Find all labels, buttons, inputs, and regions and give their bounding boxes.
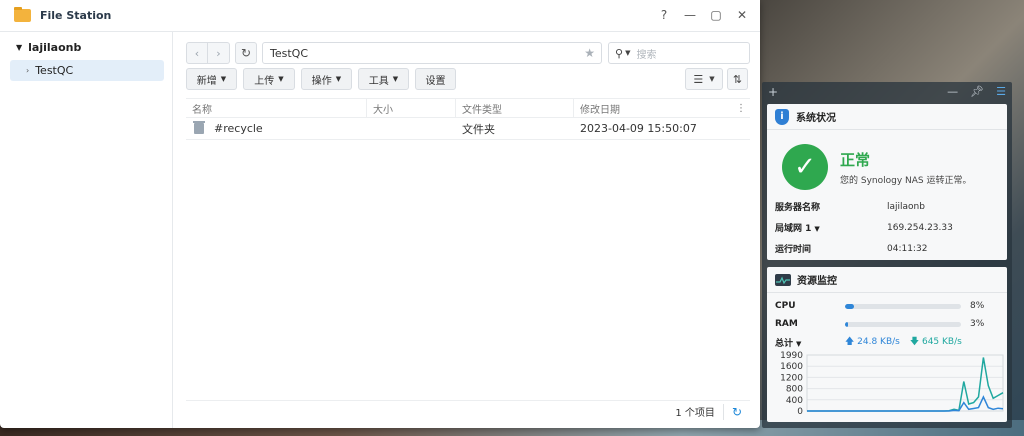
caret-down-icon[interactable]: ▼ xyxy=(16,43,22,52)
divider xyxy=(722,403,724,420)
system-health-title: 系统状况 xyxy=(796,113,836,124)
arrow-up-icon: 🡅 xyxy=(845,337,855,347)
item-count: 1 个项目 xyxy=(675,408,715,419)
resource-monitor-title: 资源监控 xyxy=(797,276,837,287)
resource-monitor-card: 资源监控 CPU 8% RAM 3% 总计 ▼ 🡅 24.8 KB/s 🡇 645… xyxy=(767,267,1007,422)
sort-button[interactable]: ⇅ xyxy=(727,68,748,90)
ram-bar xyxy=(845,321,961,327)
minimize-icon[interactable]: — xyxy=(684,8,696,22)
table-header: 名称 大小 文件类型 修改日期 ⋮ xyxy=(186,98,750,118)
help-icon[interactable]: ? xyxy=(658,8,670,22)
refresh-icon[interactable]: ↻ xyxy=(732,405,742,419)
system-health-header: i 系统状况 xyxy=(767,104,1007,130)
cell-name: #recycle xyxy=(186,121,367,135)
upload-button[interactable]: 上传 ▼ xyxy=(243,68,295,90)
action-toolbar: 新增 ▼ 上传 ▼ 操作 ▼ 工具 ▼ 设置 ☰ ▼ ⇅ xyxy=(186,68,750,90)
trash-icon xyxy=(193,121,205,134)
download-rate: 🡇 645 KB/s xyxy=(909,337,962,347)
chevron-down-icon[interactable]: ▼ xyxy=(625,49,630,57)
column-menu-icon[interactable]: ⋮ xyxy=(736,103,746,114)
search-input[interactable]: ⚲ ▼ 搜索 xyxy=(608,42,750,64)
view-controls: ☰ ▼ ⇅ xyxy=(685,68,748,90)
tree-root-item[interactable]: ▼ lajilaonb xyxy=(0,36,172,58)
navigation-bar: ‹ › ↻ TestQC ★ ⚲ ▼ 搜索 xyxy=(186,42,750,64)
health-status-text: 正常 xyxy=(840,150,871,169)
window-title: File Station xyxy=(40,9,112,22)
settings-button[interactable]: 设置 xyxy=(415,68,456,90)
network-chart-svg: 199016001200 8004000 xyxy=(780,351,1004,417)
list-view-button[interactable]: ☰ ▼ xyxy=(685,68,723,90)
add-widget-icon[interactable]: + xyxy=(768,85,778,99)
tree-root-label: lajilaonb xyxy=(28,40,82,54)
y-tick-label: 800 xyxy=(786,385,803,395)
file-station-window: File Station ? — ▢ ✕ ▼ lajilaonb › TestQ… xyxy=(0,0,760,428)
folder-tree-sidebar: ▼ lajilaonb › TestQC xyxy=(0,32,173,428)
health-status: ✓ 正常 您的 Synology NAS 运转正常。 xyxy=(767,130,1007,194)
check-icon: ✓ xyxy=(782,144,828,190)
chevron-down-icon[interactable]: ▼ xyxy=(814,225,819,233)
server-name-row: 服务器名称 lajilaonb xyxy=(775,201,925,214)
pin-icon[interactable]: 📌︎ xyxy=(970,85,984,98)
y-tick-label: 1990 xyxy=(780,351,803,361)
network-chart: 1990 1600 1200 800 400 0 xyxy=(775,351,1007,417)
arrow-down-icon: 🡇 xyxy=(909,337,920,347)
resource-monitor-header: 资源监控 xyxy=(767,267,1007,293)
cpu-bar xyxy=(845,303,961,309)
status-bar: 1 个项目 ↻ xyxy=(186,400,750,422)
cpu-row: CPU 8% xyxy=(775,301,985,311)
forward-button[interactable]: › xyxy=(208,42,230,64)
series-line-1 xyxy=(807,395,1004,412)
y-tick-label: 400 xyxy=(786,396,803,406)
minimize-icon[interactable]: — xyxy=(947,85,958,98)
tree-item-testqc[interactable]: › TestQC xyxy=(10,60,164,81)
shield-info-icon: i xyxy=(775,108,789,125)
series-line-0 xyxy=(807,357,1004,412)
tree-item-label: TestQC xyxy=(35,64,74,77)
window-titlebar[interactable]: File Station ? — ▢ ✕ xyxy=(0,0,760,32)
maximize-icon[interactable]: ▢ xyxy=(710,8,722,22)
close-icon[interactable]: ✕ xyxy=(736,8,748,22)
cell-modified: 2023-04-09 15:50:07 xyxy=(580,122,697,135)
file-station-icon xyxy=(14,7,31,22)
search-icon: ⚲ xyxy=(615,46,624,60)
refresh-button[interactable]: ↻ xyxy=(235,42,257,64)
back-button[interactable]: ‹ xyxy=(186,42,208,64)
path-field[interactable]: TestQC ★ xyxy=(262,42,602,64)
y-tick-label: 1200 xyxy=(780,373,803,383)
window-controls: ? — ▢ ✕ xyxy=(658,8,748,22)
column-size[interactable]: 大小 xyxy=(367,98,456,118)
column-type[interactable]: 文件类型 xyxy=(456,98,574,118)
star-icon[interactable]: ★ xyxy=(584,46,595,60)
y-tick-label: 1600 xyxy=(780,362,803,372)
uptime-row: 运行时间 04:11:32 xyxy=(775,243,928,256)
y-tick-label: 0 xyxy=(797,407,803,417)
lan-row: 局域网 1 ▼ 169.254.23.33 xyxy=(775,222,953,235)
widget-menu-icon[interactable]: ☰ xyxy=(996,85,1006,98)
cell-type: 文件夹 xyxy=(462,122,495,136)
widget-controls: + — 📌︎ ☰ xyxy=(762,82,1012,102)
chevron-down-icon[interactable]: ▼ xyxy=(796,340,801,348)
upload-rate: 🡅 24.8 KB/s xyxy=(845,337,900,347)
new-button[interactable]: 新增 ▼ xyxy=(186,68,237,90)
action-button[interactable]: 操作 ▼ xyxy=(301,68,352,90)
ram-row: RAM 3% xyxy=(775,319,985,329)
tools-button[interactable]: 工具 ▼ xyxy=(358,68,409,90)
network-row: 总计 ▼ 🡅 24.8 KB/s 🡇 645 KB/s xyxy=(767,333,1007,351)
widgets-panel: + — 📌︎ ☰ i 系统状况 ✓ 正常 您的 Synology NAS 运转正… xyxy=(762,82,1012,428)
search-placeholder: 搜索 xyxy=(636,49,657,61)
system-health-card: i 系统状况 ✓ 正常 您的 Synology NAS 运转正常。 服务器名称 … xyxy=(767,104,1007,260)
monitor-graph-icon xyxy=(775,273,791,286)
file-name: #recycle xyxy=(214,122,263,135)
column-modified[interactable]: 修改日期 xyxy=(574,98,736,118)
caret-right-icon[interactable]: › xyxy=(26,66,29,75)
health-description: 您的 Synology NAS 运转正常。 xyxy=(840,175,972,186)
file-browser-main: ‹ › ↻ TestQC ★ ⚲ ▼ 搜索 新增 ▼ 上传 ▼ 操作 ▼ 工具 ▼ 设置… xyxy=(186,42,750,422)
table-row[interactable]: #recycle 文件夹 2023-04-09 15:50:07 xyxy=(186,118,750,140)
path-text: TestQC xyxy=(270,46,309,60)
column-name[interactable]: 名称 xyxy=(186,98,367,118)
